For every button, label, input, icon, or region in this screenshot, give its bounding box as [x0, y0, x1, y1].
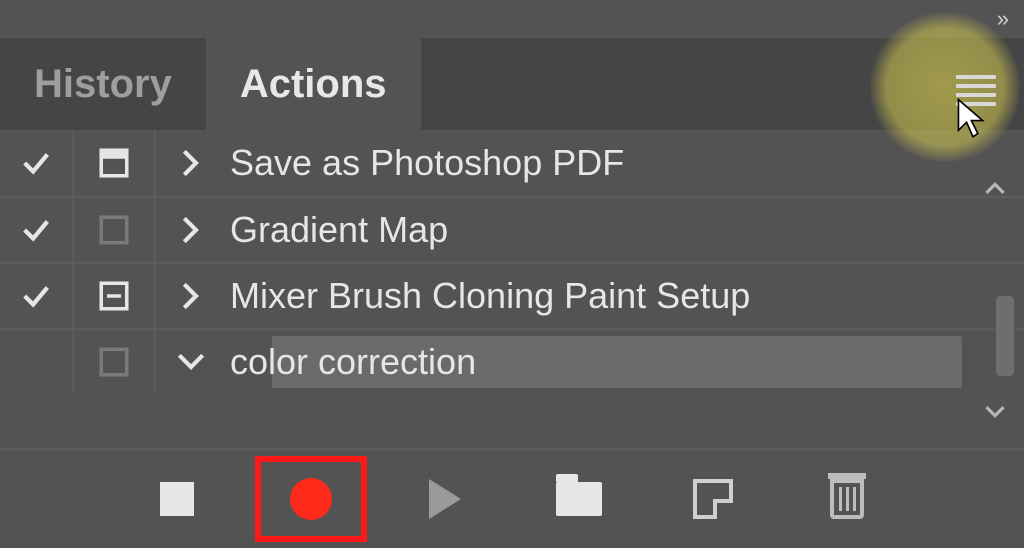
- dialog-minus-icon: [97, 279, 131, 313]
- chevron-down-icon: [984, 404, 1006, 420]
- actions-panel: » History Actions Save as Photoshop PDF: [0, 0, 1024, 548]
- actions-list: Save as Photoshop PDF Gradient Map: [0, 130, 1024, 394]
- play-icon: [429, 479, 461, 519]
- dialog-full-icon: [97, 146, 131, 180]
- record-button[interactable]: [255, 456, 367, 542]
- expand-toggle[interactable]: [156, 264, 226, 328]
- new-action-button[interactable]: [683, 469, 743, 529]
- toggle-dialog[interactable]: [74, 130, 156, 196]
- chevron-up-icon: [984, 180, 1006, 196]
- scroll-down-button[interactable]: [984, 396, 1006, 427]
- action-row[interactable]: Gradient Map: [0, 196, 1024, 262]
- action-row[interactable]: Mixer Brush Cloning Paint Setup: [0, 262, 1024, 328]
- scroll-up-button[interactable]: [984, 172, 1006, 203]
- panel-menu-button[interactable]: [956, 70, 996, 100]
- toggle-enabled[interactable]: [0, 198, 74, 262]
- toggle-dialog[interactable]: [74, 330, 156, 394]
- checkmark-icon: [19, 213, 53, 247]
- tab-actions[interactable]: Actions: [206, 38, 421, 130]
- tab-strip: History Actions: [0, 38, 1024, 130]
- chevron-down-icon: [176, 351, 206, 373]
- stop-button[interactable]: [147, 469, 207, 529]
- expand-toggle[interactable]: [156, 198, 226, 262]
- toggle-enabled[interactable]: [0, 264, 74, 328]
- chevron-right-icon: [180, 281, 202, 311]
- expand-toggle[interactable]: [156, 330, 226, 394]
- tab-history[interactable]: History: [0, 38, 206, 130]
- chevron-right-icon: [180, 148, 202, 178]
- toggle-dialog[interactable]: [74, 198, 156, 262]
- expand-toggle[interactable]: [156, 130, 226, 196]
- dialog-empty-icon: [97, 213, 131, 247]
- toggle-enabled[interactable]: [0, 130, 74, 196]
- record-icon: [290, 478, 332, 520]
- chevron-right-icon: [180, 215, 202, 245]
- new-document-icon: [693, 479, 733, 519]
- checkmark-icon: [19, 279, 53, 313]
- play-button[interactable]: [415, 469, 475, 529]
- overflow-chevrons-icon[interactable]: »: [997, 6, 1006, 32]
- stop-icon: [160, 482, 194, 516]
- folder-icon: [556, 482, 602, 516]
- actions-footer: [0, 448, 1024, 548]
- toggle-dialog[interactable]: [74, 264, 156, 328]
- action-label: Gradient Map: [226, 209, 1024, 251]
- toggle-enabled[interactable]: [0, 330, 74, 394]
- action-label: Mixer Brush Cloning Paint Setup: [226, 275, 1024, 317]
- dialog-empty-icon: [97, 345, 131, 379]
- checkmark-icon: [19, 146, 53, 180]
- delete-button[interactable]: [817, 469, 877, 529]
- trash-icon: [830, 479, 864, 519]
- action-row-selected[interactable]: color correction: [0, 328, 1024, 394]
- action-label: Save as Photoshop PDF: [226, 142, 1024, 184]
- action-row[interactable]: Save as Photoshop PDF: [0, 130, 1024, 196]
- new-set-button[interactable]: [549, 469, 609, 529]
- action-label: color correction: [226, 341, 1024, 383]
